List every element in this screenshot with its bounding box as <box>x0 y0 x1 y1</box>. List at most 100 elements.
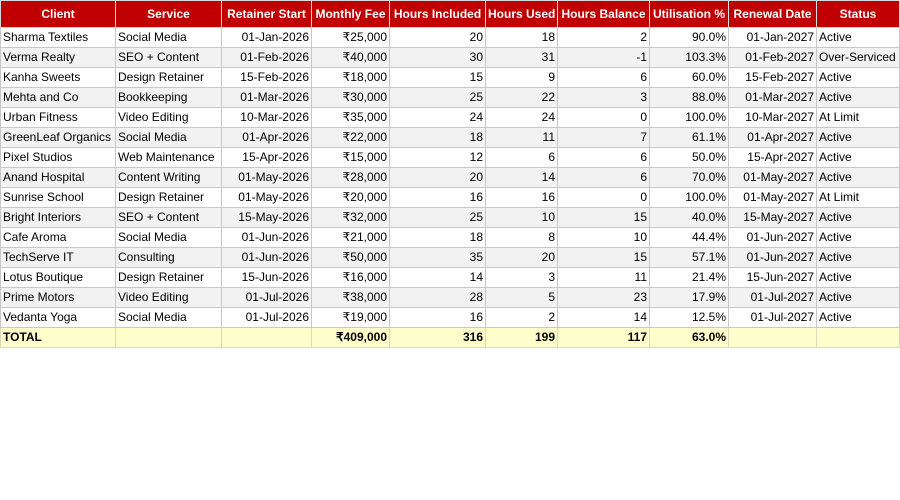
cell-monthly-fee[interactable]: ₹40,000 <box>311 47 390 68</box>
cell-renewal-date[interactable]: 01-Feb-2027 <box>728 47 817 68</box>
cell-hours-used[interactable]: 14 <box>485 167 558 188</box>
cell-hours-balance[interactable]: -1 <box>557 47 650 68</box>
cell-hours-used[interactable]: 31 <box>485 47 558 68</box>
cell-hours-balance[interactable]: 10 <box>557 227 650 248</box>
column-header-service[interactable]: Service <box>115 0 222 28</box>
column-header-utilisation[interactable]: Utilisation % <box>649 0 729 28</box>
cell-retainer-start[interactable]: 15-Apr-2026 <box>221 147 312 168</box>
cell-status[interactable]: Active <box>816 267 900 288</box>
cell-monthly-fee[interactable]: ₹22,000 <box>311 127 390 148</box>
cell-retainer-start[interactable]: 01-Jun-2026 <box>221 247 312 268</box>
cell-renewal-date[interactable]: 01-Jul-2027 <box>728 287 817 308</box>
cell-service[interactable]: Video Editing <box>115 107 222 128</box>
cell-renewal-date[interactable]: 15-Jun-2027 <box>728 267 817 288</box>
cell-hours-balance[interactable]: 15 <box>557 207 650 228</box>
cell-utilisation[interactable]: 103.3% <box>649 47 729 68</box>
cell-service[interactable]: Design Retainer <box>115 267 222 288</box>
cell-client[interactable]: Pixel Studios <box>0 147 116 168</box>
cell-client[interactable]: Urban Fitness <box>0 107 116 128</box>
cell-hours-included[interactable]: 16 <box>389 307 486 328</box>
cell-service[interactable]: Web Maintenance <box>115 147 222 168</box>
cell-hours-used[interactable]: 11 <box>485 127 558 148</box>
cell-retainer-start[interactable]: 15-Feb-2026 <box>221 67 312 88</box>
cell-monthly-fee[interactable]: ₹16,000 <box>311 267 390 288</box>
total-cell-status[interactable] <box>816 327 900 348</box>
cell-status[interactable]: At Limit <box>816 107 900 128</box>
cell-hours-used[interactable]: 24 <box>485 107 558 128</box>
cell-monthly-fee[interactable]: ₹32,000 <box>311 207 390 228</box>
cell-hours-balance[interactable]: 23 <box>557 287 650 308</box>
cell-monthly-fee[interactable]: ₹50,000 <box>311 247 390 268</box>
cell-retainer-start[interactable]: 01-Jul-2026 <box>221 307 312 328</box>
column-header-hours-balance[interactable]: Hours Balance <box>557 0 650 28</box>
cell-client[interactable]: GreenLeaf Organics <box>0 127 116 148</box>
cell-hours-used[interactable]: 10 <box>485 207 558 228</box>
cell-hours-used[interactable]: 20 <box>485 247 558 268</box>
cell-utilisation[interactable]: 100.0% <box>649 187 729 208</box>
cell-monthly-fee[interactable]: ₹25,000 <box>311 27 390 48</box>
cell-retainer-start[interactable]: 01-May-2026 <box>221 187 312 208</box>
cell-retainer-start[interactable]: 15-Jun-2026 <box>221 267 312 288</box>
column-header-hours-included[interactable]: Hours Included <box>389 0 486 28</box>
cell-status[interactable]: Active <box>816 87 900 108</box>
cell-retainer-start[interactable]: 01-Jun-2026 <box>221 227 312 248</box>
cell-status[interactable]: Active <box>816 287 900 308</box>
cell-hours-used[interactable]: 6 <box>485 147 558 168</box>
cell-service[interactable]: Bookkeeping <box>115 87 222 108</box>
cell-client[interactable]: Lotus Boutique <box>0 267 116 288</box>
column-header-status[interactable]: Status <box>816 0 900 28</box>
cell-service[interactable]: Social Media <box>115 27 222 48</box>
cell-retainer-start[interactable]: 15-May-2026 <box>221 207 312 228</box>
cell-hours-used[interactable]: 22 <box>485 87 558 108</box>
total-cell-service[interactable] <box>115 327 222 348</box>
cell-hours-balance[interactable]: 11 <box>557 267 650 288</box>
cell-client[interactable]: Cafe Aroma <box>0 227 116 248</box>
total-cell-renewal-date[interactable] <box>728 327 817 348</box>
cell-hours-included[interactable]: 20 <box>389 27 486 48</box>
column-header-hours-used[interactable]: Hours Used <box>485 0 558 28</box>
cell-hours-included[interactable]: 25 <box>389 207 486 228</box>
cell-monthly-fee[interactable]: ₹18,000 <box>311 67 390 88</box>
cell-retainer-start[interactable]: 01-May-2026 <box>221 167 312 188</box>
cell-service[interactable]: SEO + Content <box>115 47 222 68</box>
cell-hours-used[interactable]: 18 <box>485 27 558 48</box>
cell-hours-included[interactable]: 24 <box>389 107 486 128</box>
cell-hours-balance[interactable]: 0 <box>557 107 650 128</box>
cell-utilisation[interactable]: 17.9% <box>649 287 729 308</box>
cell-service[interactable]: Social Media <box>115 127 222 148</box>
total-cell-hours-included[interactable]: 316 <box>389 327 486 348</box>
cell-hours-balance[interactable]: 3 <box>557 87 650 108</box>
cell-status[interactable]: Active <box>816 147 900 168</box>
cell-hours-used[interactable]: 8 <box>485 227 558 248</box>
total-cell-retainer-start[interactable] <box>221 327 312 348</box>
cell-monthly-fee[interactable]: ₹30,000 <box>311 87 390 108</box>
cell-service[interactable]: SEO + Content <box>115 207 222 228</box>
cell-status[interactable]: Active <box>816 27 900 48</box>
cell-hours-included[interactable]: 14 <box>389 267 486 288</box>
cell-hours-balance[interactable]: 7 <box>557 127 650 148</box>
cell-client[interactable]: Vedanta Yoga <box>0 307 116 328</box>
cell-retainer-start[interactable]: 10-Mar-2026 <box>221 107 312 128</box>
cell-status[interactable]: At Limit <box>816 187 900 208</box>
total-cell-hours-used[interactable]: 199 <box>485 327 558 348</box>
cell-utilisation[interactable]: 61.1% <box>649 127 729 148</box>
cell-renewal-date[interactable]: 01-Apr-2027 <box>728 127 817 148</box>
cell-status[interactable]: Over-Serviced <box>816 47 900 68</box>
cell-status[interactable]: Active <box>816 307 900 328</box>
cell-hours-used[interactable]: 9 <box>485 67 558 88</box>
cell-service[interactable]: Consulting <box>115 247 222 268</box>
cell-status[interactable]: Active <box>816 247 900 268</box>
cell-hours-balance[interactable]: 15 <box>557 247 650 268</box>
cell-hours-included[interactable]: 30 <box>389 47 486 68</box>
cell-renewal-date[interactable]: 01-Jun-2027 <box>728 247 817 268</box>
cell-utilisation[interactable]: 40.0% <box>649 207 729 228</box>
column-header-renewal-date[interactable]: Renewal Date <box>728 0 817 28</box>
cell-status[interactable]: Active <box>816 207 900 228</box>
cell-monthly-fee[interactable]: ₹15,000 <box>311 147 390 168</box>
cell-hours-included[interactable]: 25 <box>389 87 486 108</box>
cell-renewal-date[interactable]: 15-Feb-2027 <box>728 67 817 88</box>
cell-monthly-fee[interactable]: ₹38,000 <box>311 287 390 308</box>
cell-service[interactable]: Video Editing <box>115 287 222 308</box>
total-cell-hours-balance[interactable]: 117 <box>557 327 650 348</box>
column-header-client[interactable]: Client <box>0 0 116 28</box>
